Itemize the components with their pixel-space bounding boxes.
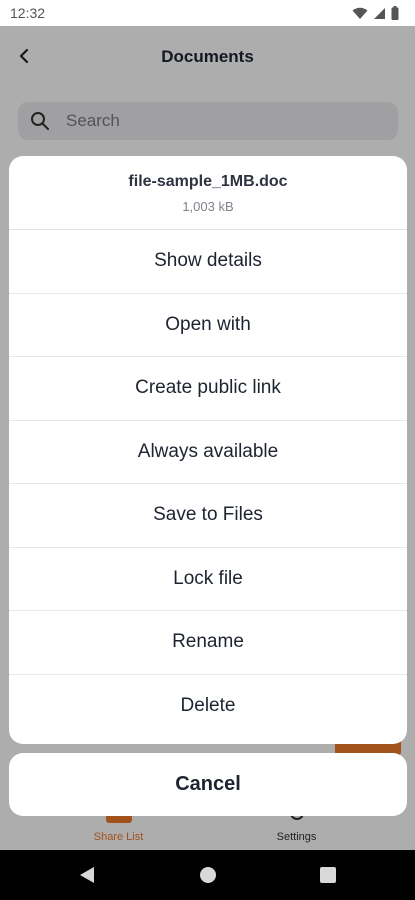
action-save-to-files[interactable]: Save to Files (9, 484, 407, 548)
back-triangle-icon[interactable] (78, 865, 96, 885)
signal-icon (374, 7, 385, 19)
system-nav-bar (0, 850, 415, 900)
action-delete[interactable]: Delete (9, 675, 407, 739)
cancel-button[interactable]: Cancel (9, 753, 407, 816)
recents-square-icon[interactable] (319, 865, 337, 885)
action-create-public-link[interactable]: Create public link (9, 357, 407, 421)
action-open-with[interactable]: Open with (9, 294, 407, 357)
file-action-sheet: file-sample_1MB.doc 1,003 kB Show detail… (9, 156, 407, 744)
action-always-available[interactable]: Always available (9, 421, 407, 484)
file-size: 1,003 kB (182, 199, 234, 214)
status-icons (352, 6, 399, 20)
status-time: 12:32 (10, 5, 46, 21)
battery-icon (391, 6, 399, 20)
file-name: file-sample_1MB.doc (128, 173, 288, 190)
home-circle-icon[interactable] (198, 865, 218, 885)
status-bar: 12:32 (0, 0, 415, 26)
action-lock-file[interactable]: Lock file (9, 548, 407, 611)
action-rename[interactable]: Rename (9, 611, 407, 675)
action-show-details[interactable]: Show details (9, 230, 407, 294)
sheet-header: file-sample_1MB.doc 1,003 kB (9, 156, 407, 230)
wifi-icon (352, 7, 368, 19)
